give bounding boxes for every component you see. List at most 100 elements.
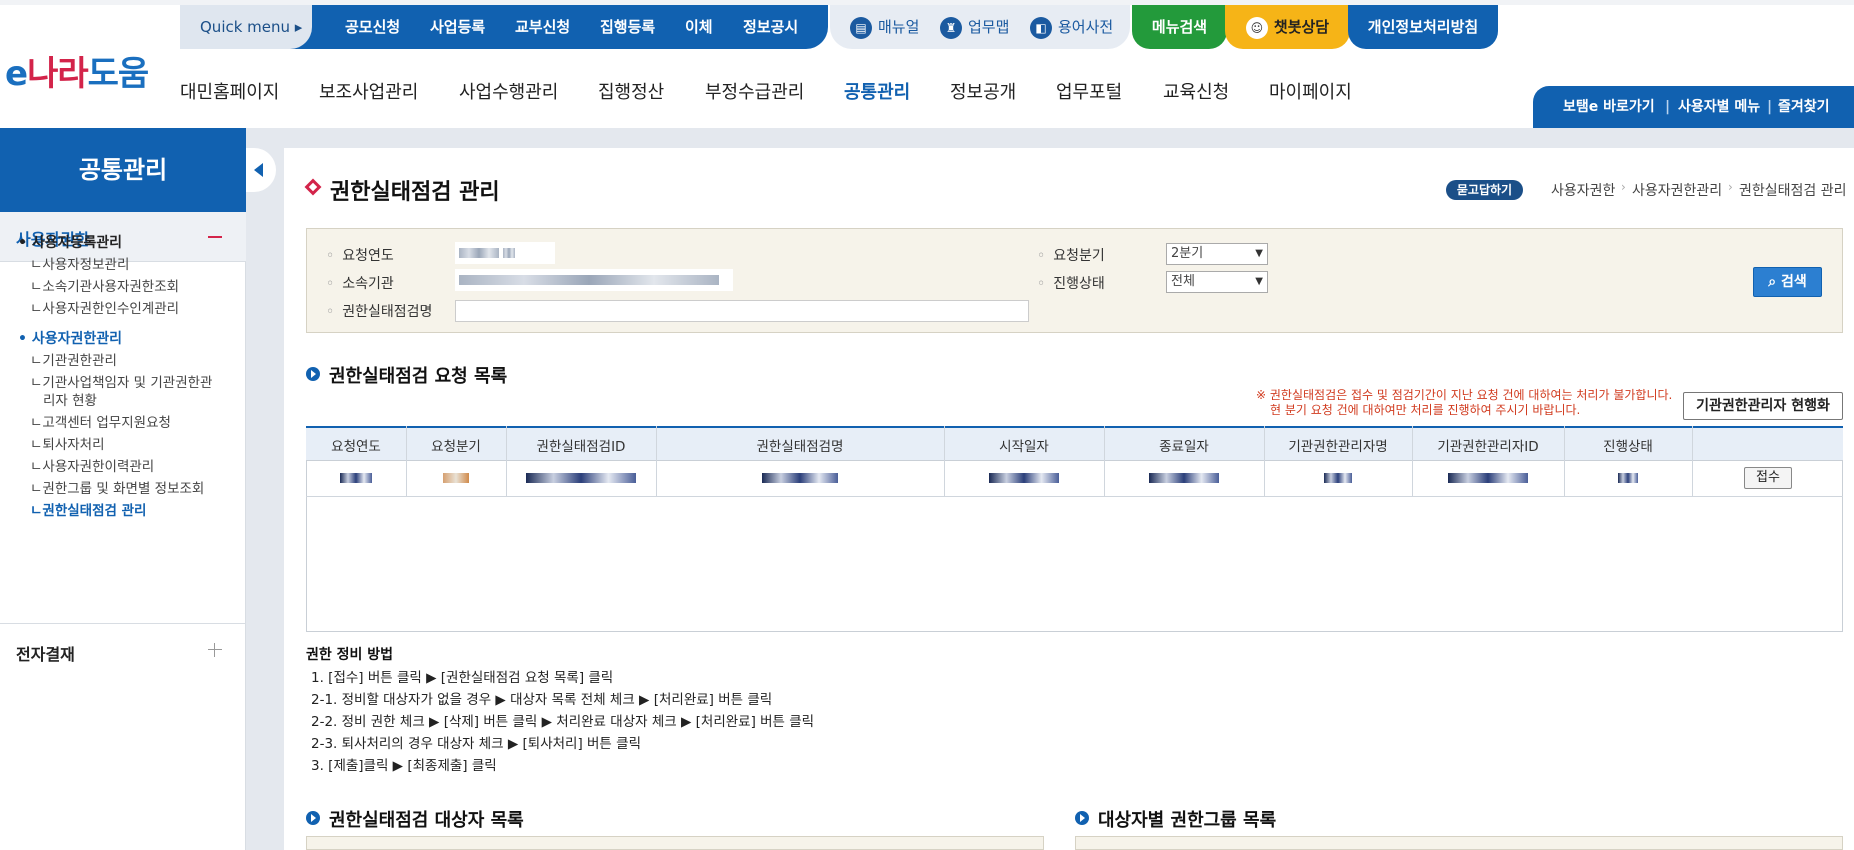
table-cell [1412,468,1564,483]
sidebar-collapse-strip [246,148,284,850]
table-cell[interactable] [656,468,944,483]
manager-update-button[interactable]: 기관권한관리자 현행화 [1683,392,1843,420]
logo[interactable]: e나라도움 [5,46,149,95]
quick-menu-toggle[interactable]: Quick menu ▸ [180,5,312,49]
user-menu-link[interactable]: 사용자별 메뉴 [1678,86,1760,128]
manual-link[interactable]: ▤ 매뉴얼 [850,5,919,49]
col-divider [1692,426,1693,496]
sidebar-section-e-approval[interactable]: 전자결재 [16,641,75,665]
book-icon: ▤ [850,16,872,39]
quick-link-project-register[interactable]: 사업등록 [430,5,485,49]
inspection-name-label: ◦ 권한실태점검명 [326,304,433,320]
section-arrow-icon [306,811,320,825]
qa-button[interactable]: 묻고답하기 [1446,180,1523,200]
quick-link-contest[interactable]: 공모신청 [345,5,400,49]
manual-label: 매뉴얼 [878,18,920,36]
gnb-item-common[interactable]: 공통관리 [844,78,910,104]
sidebar-item-auth-inspection[interactable]: ㄴ권한실태점검 관리 [30,502,146,520]
inspection-name-input[interactable] [455,300,1029,322]
quick-link-grant-apply[interactable]: 교부신청 [515,5,570,49]
col-divider [406,426,407,496]
col-divider [656,426,657,496]
table-cell [406,468,506,483]
col-header-id: 권한실태점검ID [536,439,626,455]
col-header-name: 권한실태점검명 [756,439,844,455]
dictionary-link[interactable]: ◧ 용어사전 [1030,5,1113,49]
sidebar-group-user-auth[interactable]: • 사용자권한관리 [18,328,122,348]
target-list-panel [306,836,1044,850]
menu-search-button[interactable]: 메뉴검색 [1132,5,1227,49]
accept-button[interactable]: 접수 [1744,467,1792,489]
status-value: 전체 [1171,274,1195,289]
sidebar-item-auth-group-view[interactable]: ㄴ권한그룹 및 화면별 정보조회 [30,480,204,498]
favorites-link[interactable]: 즐겨찾기 [1778,86,1830,128]
sidebar: 공통관리 사용자권한 • 사용자등록관리 ㄴ사용자정보관리 ㄴ소속기관사용자권한… [0,128,246,850]
breadcrumb-item[interactable]: 사용자권한 [1551,180,1615,200]
redacted-value [340,473,372,483]
redacted-value [526,473,636,483]
gnb-item-subsidy[interactable]: 보조사업관리 [319,78,418,104]
quarter-select[interactable]: 2분기 ▼ [1166,243,1268,265]
chatbot-button[interactable]: ☺ 챗봇상담 [1225,5,1350,49]
col-header-year: 요청연도 [331,439,381,455]
guide-step: 2-3. 퇴사처리의 경우 대상자 체크 ▶ [퇴사처리] 버튼 클릭 [311,736,641,752]
gnb-item-home[interactable]: 대민홈페이지 [180,78,279,104]
quick-link-execution-register[interactable]: 집행등록 [600,5,655,49]
quick-link-info-disclosure[interactable]: 정보공시 [743,5,798,49]
sidebar-item-auth-history[interactable]: ㄴ사용자권한이력관리 [30,458,154,476]
gnb-item-fraud[interactable]: 부정수급관리 [705,78,804,104]
gnb-item-portal[interactable]: 업무포털 [1056,78,1122,104]
sidebar-item-org-manager-status[interactable]: ㄴ기관사업책임자 및 기관권한관 리자 현황 [30,374,212,410]
quick-link-transfer[interactable]: 이체 [685,5,713,49]
work-map-label: 업무맵 [968,18,1010,36]
sidebar-item-helpdesk[interactable]: ㄴ고객센터 업무지원요청 [30,414,171,432]
sidebar-item-label: ㄴ기관사업책임자 및 기관권한관 [30,375,213,391]
year-field[interactable] [455,242,555,264]
shortcut-divider: | [1665,99,1671,115]
sidebar-item-auth-handover[interactable]: ㄴ사용자권한인수인계관리 [30,300,179,318]
search-button-label: 검색 [1780,274,1807,290]
privacy-policy-button[interactable]: 개인정보처리방침 [1348,5,1498,49]
status-select[interactable]: 전체 ▼ [1166,271,1268,293]
table-cell [1104,468,1264,483]
guide-step: 2-1. 정비할 대상자가 없을 경우 ▶ 대상자 목록 전체 체크 ▶ [처리… [311,692,773,708]
col-header-end: 종료일자 [1159,439,1209,455]
logo-e: e [5,54,28,94]
sidebar-item-user-info[interactable]: ㄴ사용자정보관리 [30,256,129,274]
sidebar-group-user-register[interactable]: • 사용자등록관리 [18,232,122,252]
botem-shortcut-link[interactable]: 보탬e 바로가기 [1563,86,1655,128]
gnb-item-mypage[interactable]: 마이페이지 [1269,78,1352,104]
gnb-item-performance[interactable]: 사업수행관리 [459,78,558,104]
chevron-left-icon [254,163,263,177]
group-list-title: 대상자별 권한그룹 목록 [1098,810,1277,831]
breadcrumb-item[interactable]: 사용자권한관리 [1632,180,1722,200]
sidebar-item-org-user-auth[interactable]: ㄴ소속기관사용자권한조회 [30,278,179,296]
search-button[interactable]: ⌕ 검색 [1753,267,1822,297]
col-header-manager-id: 기관권한관리자ID [1437,439,1539,455]
gnb-item-settlement[interactable]: 집행정산 [598,78,664,104]
year-label: ◦ 요청연도 [326,248,394,264]
work-map-link[interactable]: ♜ 업무맵 [940,5,1009,49]
section-arrow-icon [1075,811,1089,825]
gnb-item-education[interactable]: 교육신청 [1163,78,1229,104]
breadcrumb-chevron-icon: › [1728,180,1733,194]
sidebar-item-org-auth[interactable]: ㄴ기관권한관리 [30,352,117,370]
col-divider [1564,426,1565,496]
redacted-value [1149,473,1219,483]
gnb-item-disclosure[interactable]: 정보공개 [950,78,1016,104]
sidebar-title: 공통관리 [0,128,246,212]
col-header-status: 진행상태 [1603,439,1653,455]
status-label-text: 진행상태 [1053,276,1105,292]
table-cell[interactable] [506,468,656,483]
sidebar-item-resignation[interactable]: ㄴ퇴사자처리 [30,436,105,454]
notice-line-2: 현 분기 요청 건에 대하여만 처리를 진행하여 주시기 바랍니다. [1270,403,1581,417]
col-divider [1104,426,1105,496]
chatbot-label: 챗봇상담 [1273,18,1330,36]
group-list-panel [1075,836,1843,850]
shortcut-bar: 보탬e 바로가기 | 사용자별 메뉴 | 즐겨찾기 [1533,86,1854,128]
logo-nara: 나라 [27,54,89,94]
redacted-value [443,473,469,483]
breadcrumb-current: 권한실태점검 관리 [1739,183,1847,199]
org-field[interactable] [455,269,733,291]
status-label: ◦ 진행상태 [1037,276,1105,292]
